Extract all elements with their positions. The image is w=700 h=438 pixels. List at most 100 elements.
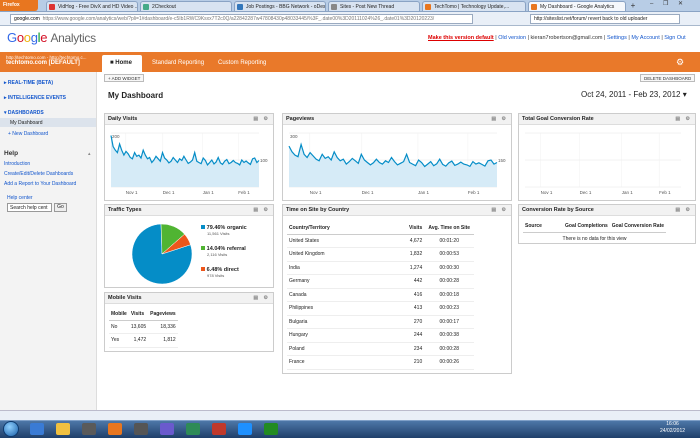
widget-controls-icon[interactable]: ▤ ⚙: [675, 207, 692, 213]
skype-icon[interactable]: [238, 423, 252, 435]
widget-title: Daily Visits ▤ ⚙: [105, 114, 273, 125]
x-tick-label: Dec 1: [163, 190, 175, 195]
table-cell: Canada: [287, 288, 407, 302]
filezilla-icon[interactable]: [212, 423, 226, 435]
add-widget-button[interactable]: + ADD WIDGET: [104, 74, 145, 82]
country-table: Country/Territory Visits Avg. Time on Site…: [287, 222, 475, 370]
help-link-add-report[interactable]: Add a Report to Your Dashboard: [4, 181, 76, 187]
sign-out-link[interactable]: Sign Out: [664, 35, 685, 41]
browser-tab[interactable]: 2Checkout: [140, 1, 232, 11]
separator: |: [604, 35, 606, 41]
taskbar-clock[interactable]: 16:06 24/02/2012: [660, 421, 685, 435]
table-row[interactable]: France 210 00:00:26: [287, 355, 475, 370]
browser-tab[interactable]: My Dashboard - Google Analytics: [528, 1, 626, 11]
ie-icon[interactable]: [30, 423, 44, 435]
table-cell: 00:00:30: [424, 261, 475, 275]
widget-title-text: Mobile Visits: [108, 295, 142, 301]
excel-icon[interactable]: [264, 423, 278, 435]
address-bar[interactable]: google.com https://www.google.com/analyt…: [10, 14, 473, 24]
help-go-button[interactable]: Go: [54, 203, 67, 212]
x-tick-label: Nov 1: [126, 190, 138, 195]
help-link-introduction[interactable]: Introduction: [4, 161, 30, 167]
column-header: Visits: [407, 222, 425, 235]
table-cell: Germany: [287, 274, 407, 289]
separator: |: [495, 35, 497, 41]
account-name: techtomo.com [DEFAULT]: [6, 60, 80, 66]
date-range-picker[interactable]: Oct 24, 2011 - Feb 23, 2012 ▾: [581, 90, 687, 99]
settings-link[interactable]: Settings: [607, 35, 627, 41]
account-selector[interactable]: http://techtomo.com - http://techtomo.c.…: [6, 55, 100, 66]
table-cell: 234: [407, 342, 425, 356]
tab-standard-reporting[interactable]: Standard Reporting: [144, 55, 212, 72]
window-controls[interactable]: – ❐ ✕: [650, 0, 687, 11]
start-button[interactable]: [3, 421, 19, 437]
my-account-link[interactable]: My Account: [631, 35, 659, 41]
x-tick-label: Feb 1: [238, 190, 250, 195]
sidebar-item-my-dashboard[interactable]: My Dashboard: [10, 120, 43, 126]
new-dashboard-link[interactable]: + New Dashboard: [8, 131, 48, 137]
help-center-link[interactable]: Help center: [7, 195, 33, 201]
google-analytics-logo[interactable]: Google Analytics: [7, 30, 96, 45]
clock-time: 16:06: [666, 421, 679, 427]
widget-daily-visits: Daily Visits ▤ ⚙ Nov 1 Dec 1 Jan 1 Feb 1 200 1…: [104, 113, 274, 201]
browser-tab[interactable]: TechTomo | Technology Update,...: [422, 1, 526, 11]
widget-controls-icon[interactable]: ▤ ⚙: [253, 207, 270, 213]
collapse-icon[interactable]: ▴: [88, 151, 91, 157]
tab-label: 2Checkout: [152, 4, 176, 10]
table-row[interactable]: Poland 234 00:00:28: [287, 342, 475, 356]
help-link-dashboards[interactable]: Create/Edit/Delete Dashboards: [4, 171, 73, 177]
logo-letter: G: [7, 30, 17, 45]
widget-traffic-types: Traffic Types ▤ ⚙ 79.46% organic 11,561 Vi…: [104, 204, 274, 288]
table-cell: Hungary: [287, 328, 407, 343]
table-cell: 00:00:17: [424, 315, 475, 329]
table-row[interactable]: Yes 1,472 1,812: [109, 333, 178, 348]
old-version-link[interactable]: Old version: [498, 35, 526, 41]
tab-custom-reporting[interactable]: Custom Reporting: [210, 55, 274, 72]
app-icon[interactable]: [160, 423, 174, 435]
table-row[interactable]: United Kingdom 1,832 00:00:53: [287, 247, 475, 262]
media-icon[interactable]: [82, 423, 96, 435]
tab-home[interactable]: ■ Home: [102, 55, 142, 72]
browser-search-input[interactable]: http://siteslist.net/forum/ revert back …: [530, 14, 680, 24]
new-tab-button[interactable]: +: [628, 1, 638, 11]
legend-item-direct: 6.48% direct 978 Visits: [201, 267, 273, 288]
widget-title: Conversion Rate by Source ▤ ⚙: [519, 205, 695, 216]
table-row[interactable]: No 13,605 18,336: [109, 320, 178, 334]
folder-icon[interactable]: [56, 423, 70, 435]
table-cell: 1,832: [407, 247, 425, 262]
table-row[interactable]: Bulgaria 270 00:00:17: [287, 315, 475, 329]
widget-controls-icon[interactable]: ▤ ⚙: [491, 207, 508, 213]
make-default-link[interactable]: Make this version default: [428, 35, 494, 41]
table-cell: 00:00:23: [424, 301, 475, 316]
app-icon[interactable]: [186, 423, 200, 435]
y-tick-label: 100: [260, 158, 268, 163]
app-icon[interactable]: [134, 423, 148, 435]
logo-letter: g: [30, 30, 38, 45]
table-header-row: Mobile Visits Pageviews: [109, 308, 178, 321]
table-row[interactable]: Canada 416 00:00:18: [287, 288, 475, 302]
widget-controls-icon[interactable]: ▤ ⚙: [253, 295, 270, 301]
browser-tab[interactable]: VidHog - Free DivX and HD Video ...: [46, 1, 138, 11]
firefox-menu-button[interactable]: Firefox: [0, 0, 38, 11]
widget-controls-icon[interactable]: ▤ ⚙: [675, 116, 692, 122]
logo-letter: o: [23, 30, 31, 45]
table-row[interactable]: Germany 442 00:00:28: [287, 274, 475, 289]
widget-controls-icon[interactable]: ▤ ⚙: [491, 116, 508, 122]
browser-tab[interactable]: Job Postings - BBG Network - oDesk: [234, 1, 326, 11]
table-row[interactable]: Philippines 413 00:00:23: [287, 301, 475, 316]
table-row[interactable]: India 1,274 00:00:30: [287, 261, 475, 275]
sidebar-item-dashboards[interactable]: ▾ DASHBOARDS: [4, 110, 44, 116]
table-row[interactable]: United States 4,672 00:01:20: [287, 234, 475, 248]
firefox-icon[interactable]: [108, 423, 122, 435]
table-row[interactable]: Hungary 244 00:00:38: [287, 328, 475, 343]
widget-controls-icon[interactable]: ▤ ⚙: [253, 116, 270, 122]
table-cell: 00:00:38: [424, 328, 475, 343]
sidebar-item-realtime[interactable]: ▸ REAL-TIME (BETA): [4, 80, 53, 86]
windows-taskbar: [0, 420, 700, 438]
sidebar-item-intelligence[interactable]: ▸ INTELLIGENCE EVENTS: [4, 95, 66, 101]
help-search-input[interactable]: Search help cent: [7, 203, 52, 212]
delete-dashboard-button[interactable]: DELETE DASHBOARD: [640, 74, 696, 82]
table-cell: India: [287, 261, 407, 275]
browser-tab[interactable]: Sites - Post New Thread: [328, 1, 420, 11]
gear-icon[interactable]: ⚙: [676, 57, 684, 68]
